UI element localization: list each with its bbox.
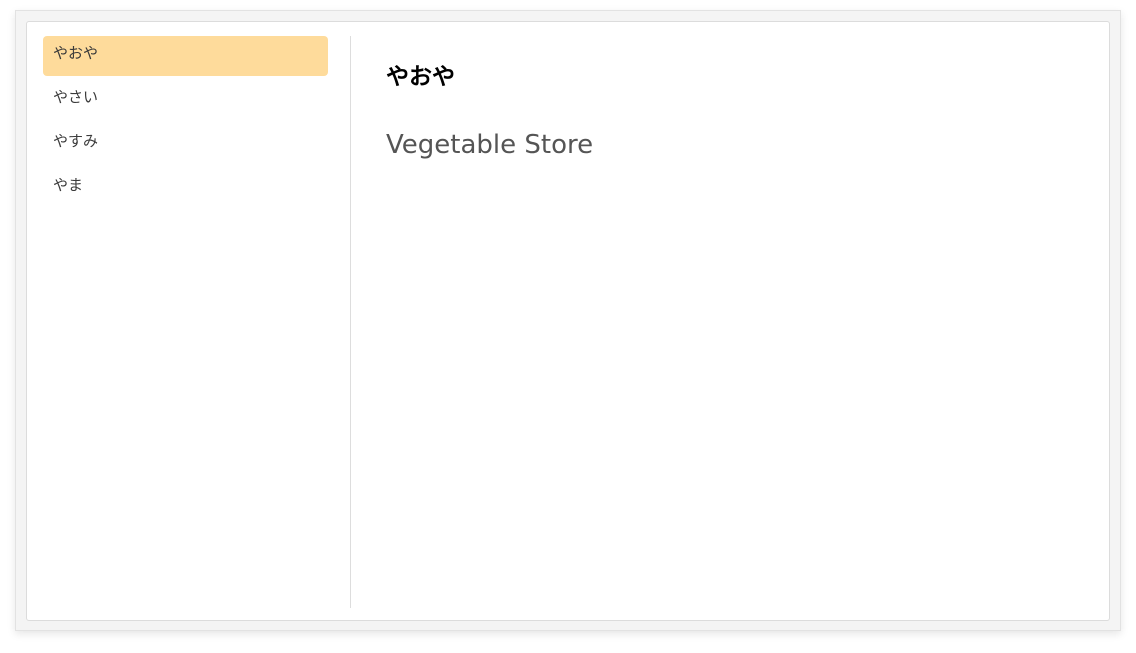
sidebar-divider xyxy=(350,36,351,608)
app-container: やおや やさい やすみ やま やおや Vegetable Store xyxy=(26,21,1110,621)
sidebar-item-yasai[interactable]: やさい xyxy=(43,80,328,120)
main-content: やおや Vegetable Store xyxy=(386,62,593,162)
sidebar-item-label: やおや xyxy=(53,44,99,62)
sidebar-item-label: やま xyxy=(53,176,84,194)
sidebar-item-label: やすみ xyxy=(53,132,99,150)
sidebar: やおや やさい やすみ やま xyxy=(43,36,328,212)
window-frame: やおや やさい やすみ やま やおや Vegetable Store xyxy=(15,10,1121,631)
sidebar-item-label: やさい xyxy=(53,88,99,106)
page-title: やおや xyxy=(386,64,455,90)
sidebar-item-yasumi[interactable]: やすみ xyxy=(43,124,328,164)
sidebar-item-yaoya[interactable]: やおや xyxy=(43,36,328,76)
sidebar-item-yama[interactable]: やま xyxy=(43,168,328,208)
page-subtitle: Vegetable Store xyxy=(386,130,594,160)
